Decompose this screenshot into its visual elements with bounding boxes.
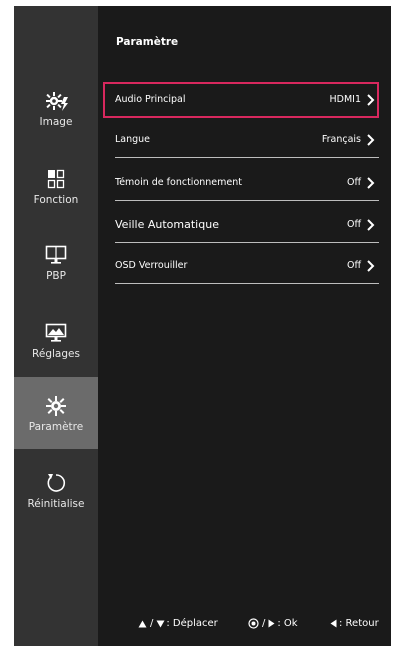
setting-label: Langue — [115, 134, 151, 145]
chevron-right-icon — [367, 260, 375, 272]
setting-value: Off — [346, 219, 361, 230]
sidebar-item-reglages[interactable]: Réglages — [14, 306, 98, 374]
ok-hint: / : Ok — [248, 618, 298, 629]
sidebar-item-label: Paramètre — [28, 420, 84, 433]
setting-row-langue[interactable]: Langue Français — [103, 122, 379, 158]
setting-row-audio-principal[interactable]: Audio Principal HDMI1 — [103, 82, 379, 118]
setting-row-temoin[interactable]: Témoin de fonctionnement Off — [103, 165, 379, 201]
sidebar-item-pbp[interactable]: PBP — [14, 228, 98, 296]
chevron-right-icon — [367, 219, 375, 231]
gear-sun-icon — [46, 91, 68, 111]
back-label: : Retour — [339, 618, 379, 629]
sidebar-item-label: Fonction — [33, 193, 79, 206]
setting-value: Off — [346, 260, 361, 271]
divider — [115, 283, 379, 284]
sidebar-item-label: PBP — [46, 269, 66, 282]
setting-label: OSD Verrouiller — [115, 260, 188, 271]
landscape-monitor-icon — [45, 323, 67, 342]
arrow-up-icon — [138, 620, 147, 627]
sidebar-item-label: Réinitialise — [27, 497, 85, 510]
gear-icon — [46, 395, 66, 416]
monitor-icon — [45, 245, 67, 264]
setting-label: Audio Principal — [115, 94, 186, 105]
arrow-left-icon — [330, 619, 337, 628]
sidebar-item-label: Réglages — [32, 347, 80, 360]
chevron-right-icon — [367, 94, 375, 106]
arrow-down-icon — [156, 620, 165, 627]
sidebar-item-parametre[interactable]: Paramètre — [14, 377, 98, 449]
setting-value: Français — [321, 134, 361, 145]
sidebar-item-label: Image — [39, 115, 73, 128]
setting-label: Témoin de fonctionnement — [115, 177, 242, 188]
chevron-right-icon — [367, 134, 375, 146]
setting-row-veille-automatique[interactable]: Veille Automatique Off — [103, 207, 379, 243]
setting-label: Veille Automatique — [115, 218, 219, 231]
sidebar-item-fonction[interactable]: Fonction — [14, 152, 98, 220]
sidebar-item-image[interactable]: Image — [14, 74, 98, 142]
chevron-right-icon — [367, 177, 375, 189]
setting-value: Off — [346, 177, 361, 188]
back-hint: : Retour — [330, 618, 379, 629]
grid-icon — [47, 169, 65, 188]
sidebar-item-reinitialise[interactable]: Réinitialise — [14, 456, 98, 524]
divider — [115, 157, 379, 158]
osd-menu: Image Fonction PBP Réglages Paramètre Ré… — [14, 6, 391, 646]
sidebar: Image Fonction PBP Réglages Paramètre Ré… — [14, 6, 98, 646]
joystick-press-icon — [248, 618, 259, 629]
setting-row-osd-verrouiller[interactable]: OSD Verrouiller Off — [103, 248, 379, 284]
divider — [115, 242, 379, 243]
footer-hints: / : Déplacer / : Ok : Retour — [98, 618, 391, 634]
reset-icon — [47, 473, 66, 492]
divider — [115, 200, 379, 201]
move-hint: / : Déplacer — [138, 618, 218, 629]
move-label: : Déplacer — [166, 618, 218, 629]
arrow-right-icon — [268, 619, 275, 628]
setting-value: HDMI1 — [329, 94, 361, 105]
ok-label: : Ok — [277, 618, 298, 629]
page-title: Paramètre — [116, 36, 179, 48]
